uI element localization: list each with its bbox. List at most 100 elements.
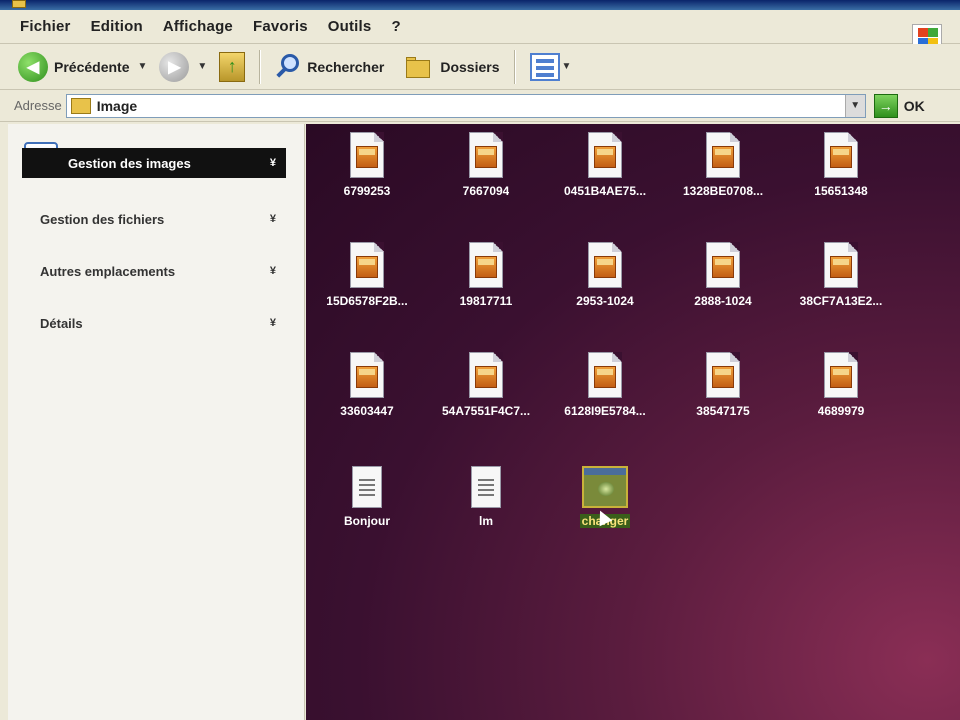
views-dropdown-icon: ▼	[561, 61, 572, 72]
image-file-icon	[350, 132, 384, 178]
file-item[interactable]: 0451B4AE75...	[550, 128, 660, 228]
folder-icon	[70, 97, 91, 114]
file-name: 54A7551F4C7...	[441, 404, 531, 418]
file-view[interactable]: 6799253 7667094 0451B4AE75... 1328BE0708…	[306, 124, 960, 720]
folders-icon	[404, 54, 434, 80]
file-name: 7667094	[462, 184, 510, 198]
image-file-icon	[469, 132, 503, 178]
menu-outils[interactable]: Outils	[328, 18, 372, 35]
file-name: 4689979	[817, 404, 865, 418]
up-folder-button[interactable]: ↑	[215, 49, 249, 85]
file-item[interactable]: 38547175	[668, 348, 778, 448]
file-name: 19817711	[459, 294, 513, 308]
chevron-down-icon[interactable]: ¥	[270, 265, 276, 277]
image-file-icon	[588, 352, 622, 398]
file-name: 38547175	[696, 404, 750, 418]
back-arrow-icon: ◀	[18, 51, 48, 82]
image-file-icon	[350, 242, 384, 288]
address-bar: Adresse Image ▼ → OK	[0, 90, 960, 122]
task-section-label: Détails	[40, 315, 83, 331]
file-name: 0451B4AE75...	[563, 184, 647, 198]
toolbar-separator	[259, 49, 262, 84]
image-file-icon	[706, 352, 740, 398]
image-file-icon	[824, 242, 858, 288]
task-section-autres-emplacements[interactable]: Autres emplacements ¥	[40, 256, 286, 286]
file-item[interactable]: 54A7551F4C7...	[431, 348, 541, 448]
image-file-icon	[350, 352, 384, 398]
go-button-label: OK	[903, 97, 925, 114]
task-pane: Gestion des images ¥ Gestion des fichier…	[8, 124, 305, 720]
task-section-label: Gestion des images	[68, 155, 191, 171]
file-name: 33603447	[340, 404, 394, 418]
file-item[interactable]: 38CF7A13E2...	[786, 238, 896, 338]
file-name: 38CF7A13E2...	[799, 294, 883, 308]
file-item[interactable]: 7667094	[431, 128, 541, 228]
file-name: Bonjour	[344, 514, 390, 528]
file-name: 2953-1024	[576, 294, 634, 308]
address-dropdown-icon[interactable]: ▼	[844, 94, 865, 117]
file-item[interactable]: 4689979	[786, 348, 896, 448]
search-icon	[275, 52, 301, 82]
file-name: lm	[478, 514, 493, 528]
file-item[interactable]: 15D6578F2B...	[312, 238, 422, 338]
menu-edition[interactable]: Edition	[91, 18, 143, 35]
image-file-icon	[706, 132, 740, 178]
document-file-icon	[471, 466, 501, 508]
chevron-down-icon[interactable]: ¥	[270, 213, 276, 225]
image-file-icon	[469, 352, 503, 398]
menu-help[interactable]: ?	[391, 18, 400, 35]
folders-button[interactable]: Dossiers	[400, 49, 503, 85]
file-item[interactable]: 33603447	[312, 348, 422, 448]
address-input[interactable]: Image ▼	[65, 93, 866, 118]
task-section-details[interactable]: Détails ¥	[40, 308, 286, 338]
task-section-label: Autres emplacements	[40, 263, 176, 279]
file-name: 15D6578F2B...	[326, 294, 408, 308]
menu-favoris[interactable]: Favoris	[253, 18, 308, 35]
go-button[interactable]: → OK	[873, 93, 925, 118]
chevron-down-icon[interactable]: ¥	[270, 157, 276, 169]
menu-affichage[interactable]: Affichage	[163, 18, 233, 35]
menu-fichier[interactable]: Fichier	[20, 18, 71, 35]
back-button-label: Précédente	[54, 58, 130, 75]
forward-dropdown-icon[interactable]: ▼	[197, 61, 207, 72]
file-name: 6128I9E5784...	[564, 404, 646, 418]
file-item[interactable]: 15651348	[786, 128, 896, 228]
search-button[interactable]: Rechercher	[271, 49, 388, 85]
back-button[interactable]: ◀ Précédente	[14, 49, 133, 85]
image-file-icon	[588, 242, 622, 288]
file-item[interactable]: 1328BE0708...	[668, 128, 778, 228]
folders-button-label: Dossiers	[440, 58, 500, 75]
file-name: 6799253	[343, 184, 391, 198]
address-label: Adresse	[14, 98, 62, 113]
forward-button[interactable]: ▶	[155, 49, 193, 85]
task-section-label: Gestion des fichiers	[40, 211, 165, 227]
folder-icon	[12, 0, 26, 8]
file-item[interactable]: Bonjour	[312, 458, 422, 558]
shortcut-file-icon	[582, 466, 628, 508]
file-item[interactable]: lm	[431, 458, 541, 558]
back-dropdown-icon[interactable]: ▼	[137, 61, 147, 72]
file-item[interactable]: 2888-1024	[668, 238, 778, 338]
toolbar-separator	[513, 49, 516, 84]
views-button[interactable]: ▼	[526, 49, 584, 85]
forward-arrow-icon: ▶	[159, 51, 190, 82]
explorer-window: Fichier Edition Affichage Favoris Outils…	[0, 0, 960, 720]
title-bar[interactable]	[0, 0, 960, 10]
task-section-gestion-images[interactable]: Gestion des images ¥	[22, 148, 286, 178]
file-item[interactable]: 6128I9E5784...	[550, 348, 660, 448]
document-file-icon	[352, 466, 382, 508]
chevron-down-icon[interactable]: ¥	[270, 317, 276, 329]
up-folder-icon: ↑	[219, 51, 246, 82]
views-icon	[529, 52, 560, 81]
file-item[interactable]: 19817711	[431, 238, 541, 338]
toolbar: ◀ Précédente ▼ ▶ ▼ ↑ Rechercher Dossiers…	[0, 44, 960, 90]
address-value: Image	[96, 97, 138, 114]
file-item[interactable]: 2953-1024	[550, 238, 660, 338]
go-arrow-icon: →	[873, 93, 898, 118]
image-file-icon	[706, 242, 740, 288]
file-name: 15651348	[814, 184, 868, 198]
file-name: 1328BE0708...	[682, 184, 764, 198]
task-section-gestion-fichiers[interactable]: Gestion des fichiers ¥	[40, 204, 286, 234]
file-item[interactable]: 6799253	[312, 128, 422, 228]
file-name: 2888-1024	[694, 294, 752, 308]
